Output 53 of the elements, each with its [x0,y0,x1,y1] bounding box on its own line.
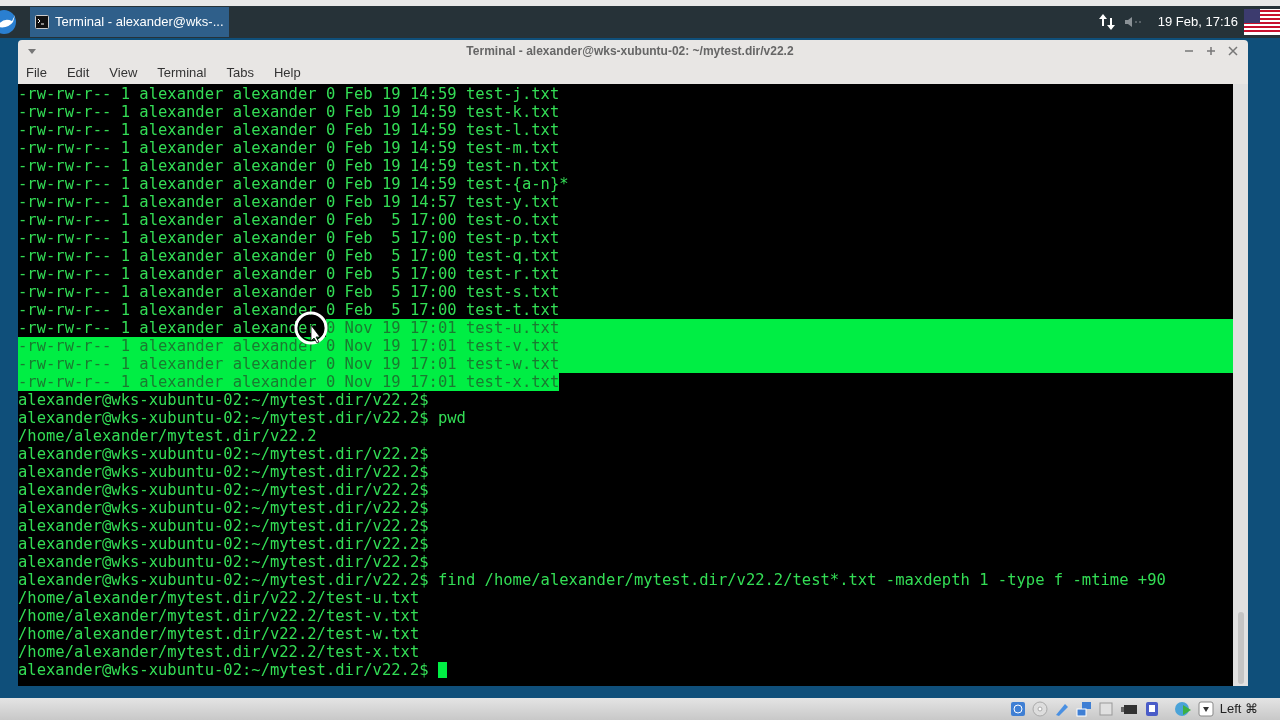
menu-item[interactable]: Help [273,63,301,83]
terminal-line: alexander@wks-xubuntu-02:~/mytest.dir/v22.2$ [18,499,429,517]
terminal-line: -rw-rw-r-- 1 alexander alexander 0 Feb 19 14:59 test-l.txt [18,121,560,139]
terminal-line: -rw-rw-r-- 1 alexander alexander 0 Feb 5 17:00 test-t.txt [18,301,560,319]
menu-item[interactable]: Terminal [157,63,207,83]
mouse-logo-icon[interactable] [0,9,18,35]
terminal-line: alexander@wks-xubuntu-02:~/mytest.dir/v22.2$ [18,481,429,499]
network-adapter-icon[interactable] [1075,701,1092,717]
terminal-line: /home/alexander/mytest.dir/v22.2/test-u.txt [18,589,420,607]
terminal-line: -rw-rw-r-- 1 alexander alexander 0 Feb 5 17:00 test-s.txt [18,283,560,301]
scrollbar-thumb[interactable] [1237,612,1244,684]
terminal-line: alexander@wks-xubuntu-02:~/mytest.dir/v22.2$ [18,661,430,679]
menu-item[interactable]: Edit [66,63,90,83]
terminal-line: alexander@wks-xubuntu-02:~/mytest.dir/v22.2$ [18,391,429,409]
terminal-line: -rw-rw-r-- 1 alexander alexander 0 Feb 5 17:00 test-o.txt [18,211,560,229]
terminal-line: /home/alexander/mytest.dir/v22.2/test-x.txt [18,643,420,661]
maximize-icon[interactable] [1206,46,1216,56]
arrow-down-icon[interactable] [1197,701,1214,717]
terminal-line: -rw-rw-r-- 1 alexander alexander 0 Feb 19 14:59 test-m.txt [18,139,560,157]
terminal-line: alexander@wks-xubuntu-02:~/mytest.dir/v22.2$ [18,517,429,535]
terminal-line: alexander@wks-xubuntu-02:~/mytest.dir/v22.2$ [18,535,429,553]
terminal-line: -rw-rw-r-- 1 alexander alexander 0 Feb 5 17:00 test-r.txt [18,265,560,283]
speaker-icon[interactable] [1123,15,1144,29]
window-title: Terminal - alexander@wks-xubuntu-02: ~/mytest.dir/v22.2 [466,43,794,60]
terminal-line: alexander@wks-xubuntu-02:~/mytest.dir/v22.2$ [18,445,429,463]
taskbar-button[interactable]: Terminal - alexander@wks-... [30,7,229,37]
terminal-line: /home/alexander/mytest.dir/v22.2 [18,427,317,445]
terminal-icon [35,15,49,29]
terminal-line: /home/alexander/mytest.dir/v22.2/test-v.txt [18,607,420,625]
terminal-line: -rw-rw-r-- 1 alexander alexander 0 Feb 19 14:59 test-j.txt [18,85,560,103]
terminal-line: /home/alexander/mytest.dir/v22.2/test-w.txt [18,625,420,643]
terminal-line: -rw-rw-r-- 1 alexander alexander 0 Feb 19 14:59 test-{a-n}* [18,175,569,193]
clock[interactable]: 19 Feb, 17:16 [1157,12,1238,32]
menu-item[interactable]: View [109,63,138,83]
menu-item[interactable]: File [26,63,47,83]
menu-item[interactable]: Tabs [226,63,254,83]
terminal-line: alexander@wks-xubuntu-02:~/mytest.dir/v22.2$ [18,463,429,481]
terminal-line: -rw-rw-r-- 1 alexander alexander 0 Feb 5 17:00 test-q.txt [18,247,560,265]
terminal-line: -rw-rw-r-- 1 alexander alexander 0 Feb 5 17:00 test-p.txt [18,229,560,247]
network-icon[interactable] [1097,13,1116,31]
terminal-line: -rw-rw-r-- 1 alexander alexander 0 Feb 19 14:59 test-n.txt [18,157,560,175]
cpu-chip-icon[interactable] [1143,701,1160,717]
scrollbar[interactable] [1233,84,1248,686]
host-key-label: Left ⌘ [1219,700,1258,719]
terminal-line: -rw-rw-r-- 1 alexander alexander 0 Feb 19 14:59 test-k.txt [18,103,560,121]
terminal-line: alexander@wks-xubuntu-02:~/mytest.dir/v22.2$ [18,553,429,571]
flag-icon[interactable] [1244,9,1280,35]
terminal-line: alexander@wks-xubuntu-02:~/mytest.dir/v22.2$ pwd [18,409,466,427]
window-menu-icon[interactable] [28,48,36,54]
terminal-line: -rw-rw-r-- 1 alexander alexander 0 Feb 19 14:57 test-y.txt [18,193,560,211]
close-icon[interactable] [1228,46,1238,56]
usb-pen-icon[interactable] [1053,701,1070,717]
terminal-line: alexander@wks-xubuntu-02:~/mytest.dir/v22.2$ find /home/alexander/mytest.dir/v22.2/test*.txt -maxdepth 1 -type f -mtime +90 [18,571,1166,589]
